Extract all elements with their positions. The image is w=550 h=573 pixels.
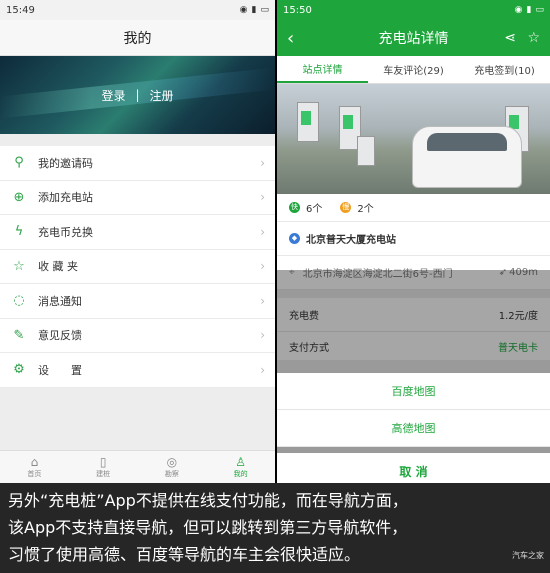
tab-build-pile[interactable]: ▯ 建桩 (69, 451, 138, 483)
chevron-right-icon: › (260, 155, 265, 170)
pile-icon: ▯ (99, 455, 107, 469)
login-link[interactable]: 登录 (101, 87, 125, 104)
tab-checkins[interactable]: 充电签到(10) (459, 56, 550, 83)
plus-circle-icon: ⊕ (13, 189, 25, 205)
menu-item-add-station[interactable]: ⊕ 添加充电站 › (0, 181, 275, 215)
caption-line: 另外“充电桩”App不提供在线支付功能，而在导航方面， (8, 491, 408, 510)
menu-item-invite-code[interactable]: ⚲ 我的邀请码 › (0, 146, 275, 181)
tab-reviews[interactable]: 车友评论(29) (368, 56, 459, 83)
chevron-right-icon: › (260, 190, 265, 205)
chat-icon: ◌ (13, 293, 25, 309)
tab-home[interactable]: ⌂ 首页 (0, 451, 69, 483)
car-image (412, 126, 522, 188)
status-time: 15:49 (6, 4, 35, 16)
profile-menu: ⚲ 我的邀请码 › ⊕ 添加充电站 › ϟ 充电币兑换 › ☆ 收 藏 夹 › ◌ 消息通知 › ✎… (0, 146, 275, 388)
profile-banner: 登录 | 注册 (0, 56, 275, 134)
amap-option[interactable]: 高德地图 (277, 410, 550, 447)
share-icon[interactable]: ⋖ (504, 30, 516, 46)
caption-box: 另外“充电桩”App不提供在线支付功能，而在导航方面， 该App不支持直接导航，… (0, 483, 550, 573)
menu-item-coin-exchange[interactable]: ϟ 充电币兑换 › (0, 215, 275, 250)
map-choice-sheet: 百度地图 高德地图 取 消 (277, 373, 550, 483)
menu-item-favorites[interactable]: ☆ 收 藏 夹 › (0, 250, 275, 284)
person-icon: ♙ (235, 455, 246, 469)
home-icon: ⌂ (30, 455, 39, 469)
register-link[interactable]: 注册 (150, 87, 174, 104)
caption-line: 该App不支持直接导航，但可以跳转到第三方导航软件， (8, 518, 408, 537)
chevron-right-icon: › (260, 362, 265, 377)
wifi-icon: ◉ (514, 5, 523, 15)
page-title: 充电站详情 (378, 31, 449, 47)
tab-station-detail[interactable]: 站点详情 (277, 56, 368, 83)
tab-survey[interactable]: ◎ 勘察 (138, 451, 207, 483)
station-icon: ◆ (289, 233, 300, 244)
banner-separator: | (135, 88, 140, 102)
bottom-tab-bar: ⌂ 首页 ▯ 建桩 ◎ 勘察 ♙ 我的 (0, 450, 275, 483)
station-name: 北京普天大厦充电站 (306, 235, 396, 246)
menu-item-settings[interactable]: ⚙ 设 置 › (0, 353, 275, 388)
status-bar: 15:49 ◉ ▮ ▭ (0, 0, 275, 20)
fast-badge: 快 (289, 202, 300, 213)
chevron-right-icon: › (260, 328, 265, 343)
wifi-icon: ◉ (239, 5, 248, 15)
person-add-icon: ⚲ (14, 155, 24, 171)
charger-counts: 快 6个 慢 2个 (277, 194, 550, 222)
detail-tabs: 站点详情 车友评论(29) 充电签到(10) (277, 56, 550, 84)
station-photo (277, 84, 550, 194)
back-arrow-icon[interactable]: ‹ (287, 28, 294, 49)
star-icon[interactable]: ☆ (527, 30, 540, 46)
tab-mine[interactable]: ♙ 我的 (206, 451, 275, 483)
signal-icon: ▮ (251, 5, 257, 15)
lightning-icon: ϟ (14, 224, 24, 240)
caption-line: 习惯了使用高德、百度等导航的车主会很快适应。 (8, 545, 361, 564)
chevron-right-icon: › (260, 293, 265, 308)
station-name-row: ◆ 北京普天大厦充电站 (277, 222, 550, 256)
compass-icon: ◎ (166, 455, 178, 469)
menu-item-notifications[interactable]: ◌ 消息通知 › (0, 284, 275, 319)
status-bar: 15:50 ◉ ▮ ▭ (277, 0, 550, 20)
page-title: 我的 (0, 20, 275, 56)
gear-icon: ⚙ (13, 362, 25, 378)
menu-item-feedback[interactable]: ✎ 意见反馈 › (0, 319, 275, 353)
battery-icon: ▭ (535, 5, 544, 15)
fast-count: 6个 (306, 204, 323, 215)
chevron-right-icon: › (260, 259, 265, 274)
status-time: 15:50 (283, 4, 312, 16)
left-screen: 15:49 ◉ ▮ ▭ 我的 登录 | 注册 ⚲ 我的邀请码 › ⊕ 添加充电站 › ϟ 充电… (0, 0, 275, 483)
slow-badge: 慢 (340, 202, 352, 213)
battery-icon: ▭ (260, 5, 269, 15)
autohome-logo: 汽车之家 (512, 551, 544, 560)
right-screen: 15:50 ◉ ▮ ▭ ‹ 充电站详情 ⋖ ☆ 站点详情 车友评论(29) 充电签到… (277, 0, 550, 483)
slow-count: 2个 (357, 204, 374, 215)
star-icon: ☆ (13, 258, 25, 274)
feedback-icon: ✎ (13, 327, 25, 343)
signal-icon: ▮ (526, 5, 532, 15)
baidu-map-option[interactable]: 百度地图 (277, 373, 550, 410)
chevron-right-icon: › (260, 224, 265, 239)
station-detail-header: ‹ 充电站详情 ⋖ ☆ (277, 20, 550, 56)
cancel-button[interactable]: 取 消 (277, 453, 550, 483)
